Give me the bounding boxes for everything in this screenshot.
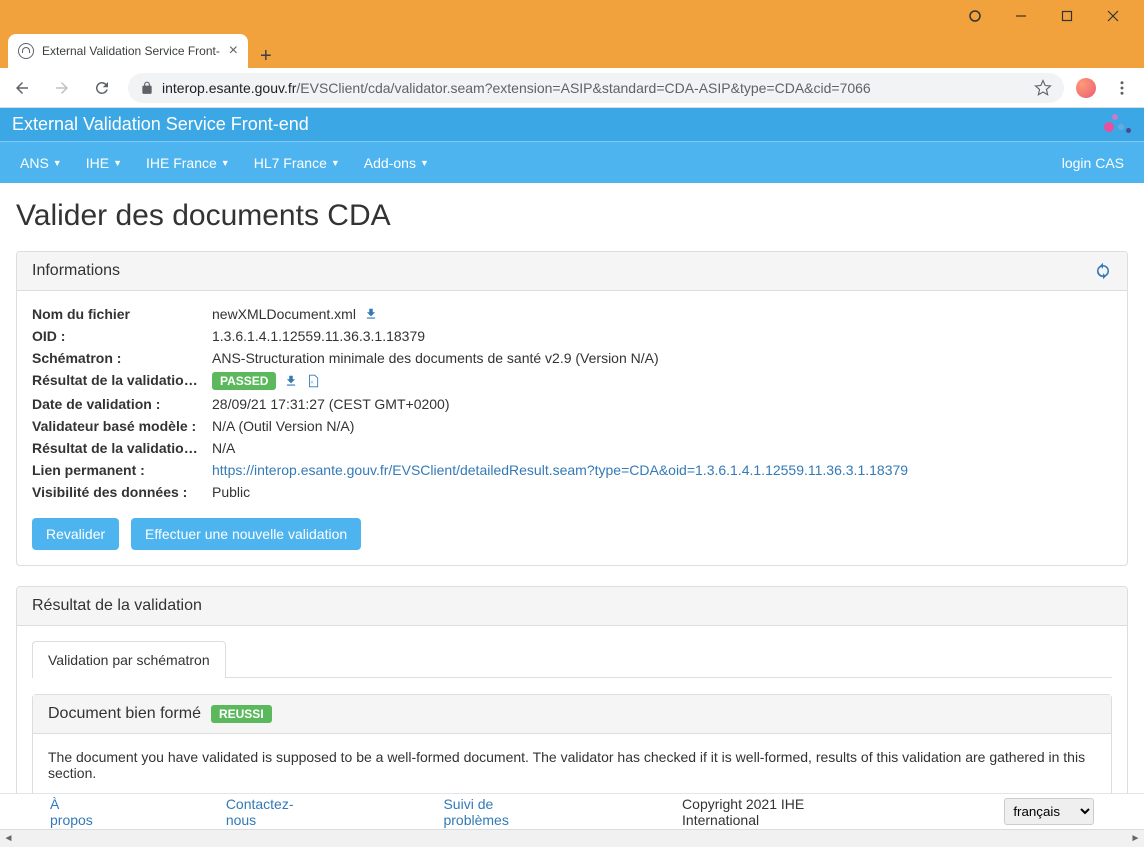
app-title: External Validation Service Front-end <box>12 114 309 134</box>
login-link[interactable]: login CAS <box>1050 145 1136 181</box>
browser-tab[interactable]: External Validation Service Front- × <box>8 34 248 68</box>
language-select[interactable]: français <box>1004 798 1094 825</box>
contact-link[interactable]: Contactez-nous <box>226 796 324 828</box>
model-validator-label: Validateur basé modèle : <box>32 418 212 434</box>
chevron-down-icon: ▼ <box>113 158 122 168</box>
page-title: Valider des documents CDA <box>16 199 1128 233</box>
globe-icon <box>18 43 34 59</box>
titlebar-circle[interactable] <box>952 2 998 30</box>
oid-label: OID : <box>32 328 212 344</box>
download-icon[interactable] <box>284 374 298 388</box>
pdf-icon[interactable]: A <box>306 374 320 388</box>
visibility-label: Visibilité des données : <box>32 484 212 500</box>
chevron-down-icon: ▼ <box>221 158 230 168</box>
date-label: Date de validation : <box>32 396 212 412</box>
revalidate-button[interactable]: Revalider <box>32 518 119 550</box>
schematron-value: ANS-Structuration minimale des documents… <box>212 350 1112 366</box>
panel-heading: Informations <box>32 262 1094 280</box>
new-tab-button[interactable]: + <box>248 45 284 68</box>
app-header: External Validation Service Front-end <box>0 108 1144 141</box>
extension-icon[interactable] <box>1076 78 1096 98</box>
issues-link[interactable]: Suivi de problèmes <box>443 796 562 828</box>
status-badge: PASSED <box>212 372 276 390</box>
visibility-value: Public <box>212 484 1112 500</box>
download-icon[interactable] <box>364 307 378 321</box>
window-minimize[interactable] <box>998 2 1044 30</box>
result2-value: N/A <box>212 440 1112 456</box>
svg-text:A: A <box>311 379 314 384</box>
back-button[interactable] <box>8 74 36 102</box>
chevron-down-icon: ▼ <box>331 158 340 168</box>
reload-button[interactable] <box>88 74 116 102</box>
result-label: Résultat de la validatio… <box>32 372 212 390</box>
nav-ihe-france[interactable]: IHE France▼ <box>134 145 242 181</box>
reload-icon[interactable] <box>1094 262 1112 280</box>
nav-ihe[interactable]: IHE▼ <box>74 145 134 181</box>
filename-label: Nom du fichier <box>32 306 212 322</box>
page-footer: À propos Contactez-nous Suivi de problèm… <box>0 793 1144 829</box>
main-nav: ANS▼ IHE▼ IHE France▼ HL7 France▼ Add-on… <box>0 141 1144 183</box>
browser-menu[interactable] <box>1108 74 1136 102</box>
model-validator-value: N/A (Outil Version N/A) <box>212 418 1112 434</box>
browser-h-scrollbar[interactable]: ◄ ► <box>0 829 1144 847</box>
copyright-text: Copyright 2021 IHE International <box>682 796 884 828</box>
nav-ans[interactable]: ANS▼ <box>8 145 74 181</box>
date-value: 28/09/21 17:31:27 (CEST GMT+0200) <box>212 396 1112 412</box>
forward-button[interactable] <box>48 74 76 102</box>
about-link[interactable]: À propos <box>50 796 106 828</box>
chevron-down-icon: ▼ <box>53 158 62 168</box>
result2-label: Résultat de la validatio… <box>32 440 212 456</box>
window-close[interactable] <box>1090 2 1136 30</box>
wellformed-heading: Document bien formé <box>48 705 201 723</box>
nav-hl7-france[interactable]: HL7 France▼ <box>242 145 352 181</box>
tab-title: External Validation Service Front- <box>42 44 221 58</box>
browser-toolbar: interop.esante.gouv.fr/EVSClient/cda/val… <box>0 68 1144 108</box>
schematron-label: Schématron : <box>32 350 212 366</box>
result-heading: Résultat de la validation <box>32 597 1112 615</box>
chevron-down-icon: ▼ <box>420 158 429 168</box>
oid-value: 1.3.6.1.4.1.12559.11.36.3.1.18379 <box>212 328 1112 344</box>
wellformed-text: The document you have validated is suppo… <box>48 749 1096 781</box>
url-text: interop.esante.gouv.fr/EVSClient/cda/val… <box>162 80 871 96</box>
success-badge: REUSSI <box>211 705 272 723</box>
permalink-label: Lien permanent : <box>32 462 212 478</box>
app-logo <box>1104 112 1134 134</box>
address-bar[interactable]: interop.esante.gouv.fr/EVSClient/cda/val… <box>128 73 1064 103</box>
lock-icon <box>140 81 154 95</box>
nav-addons[interactable]: Add-ons▼ <box>352 145 441 181</box>
browser-titlebar <box>0 0 1144 32</box>
informations-panel: Informations Nom du fichier newXMLDocume… <box>16 251 1128 566</box>
permalink-link[interactable]: https://interop.esante.gouv.fr/EVSClient… <box>212 462 908 478</box>
browser-tabstrip: External Validation Service Front- × + <box>0 32 1144 68</box>
new-validation-button[interactable]: Effectuer une nouvelle validation <box>131 518 361 550</box>
close-icon[interactable]: × <box>229 42 238 60</box>
filename-value: newXMLDocument.xml <box>212 306 356 322</box>
bookmark-icon[interactable] <box>1034 79 1052 97</box>
tab-schematron[interactable]: Validation par schématron <box>32 641 226 678</box>
window-maximize[interactable] <box>1044 2 1090 30</box>
